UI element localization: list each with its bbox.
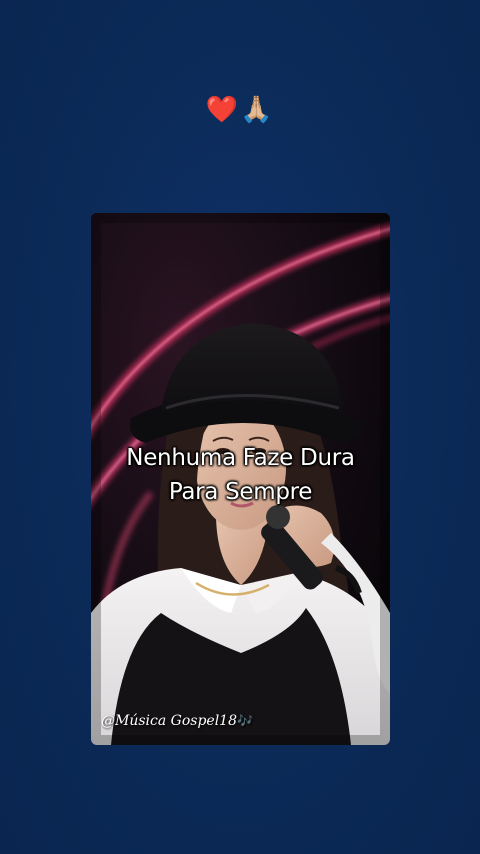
emoji-header: ❤️🙏🏼 bbox=[0, 92, 480, 128]
red-heart-icon: ❤️ bbox=[205, 95, 240, 125]
watermark-text: @Música Gospel18 bbox=[101, 713, 237, 729]
channel-watermark: @Música Gospel18🎶 bbox=[101, 711, 253, 732]
caption-line-1: Nenhuma Faze Dura bbox=[126, 445, 355, 471]
praying-hands-icon: 🙏🏼 bbox=[240, 95, 275, 125]
music-note-icon: 🎶 bbox=[237, 714, 254, 729]
caption-line-2: Para Sempre bbox=[168, 479, 313, 505]
video-frame[interactable]: Nenhuma Faze Dura Para Sempre @Música Go… bbox=[91, 213, 390, 745]
lyric-caption: Nenhuma Faze Dura Para Sempre bbox=[91, 441, 390, 509]
